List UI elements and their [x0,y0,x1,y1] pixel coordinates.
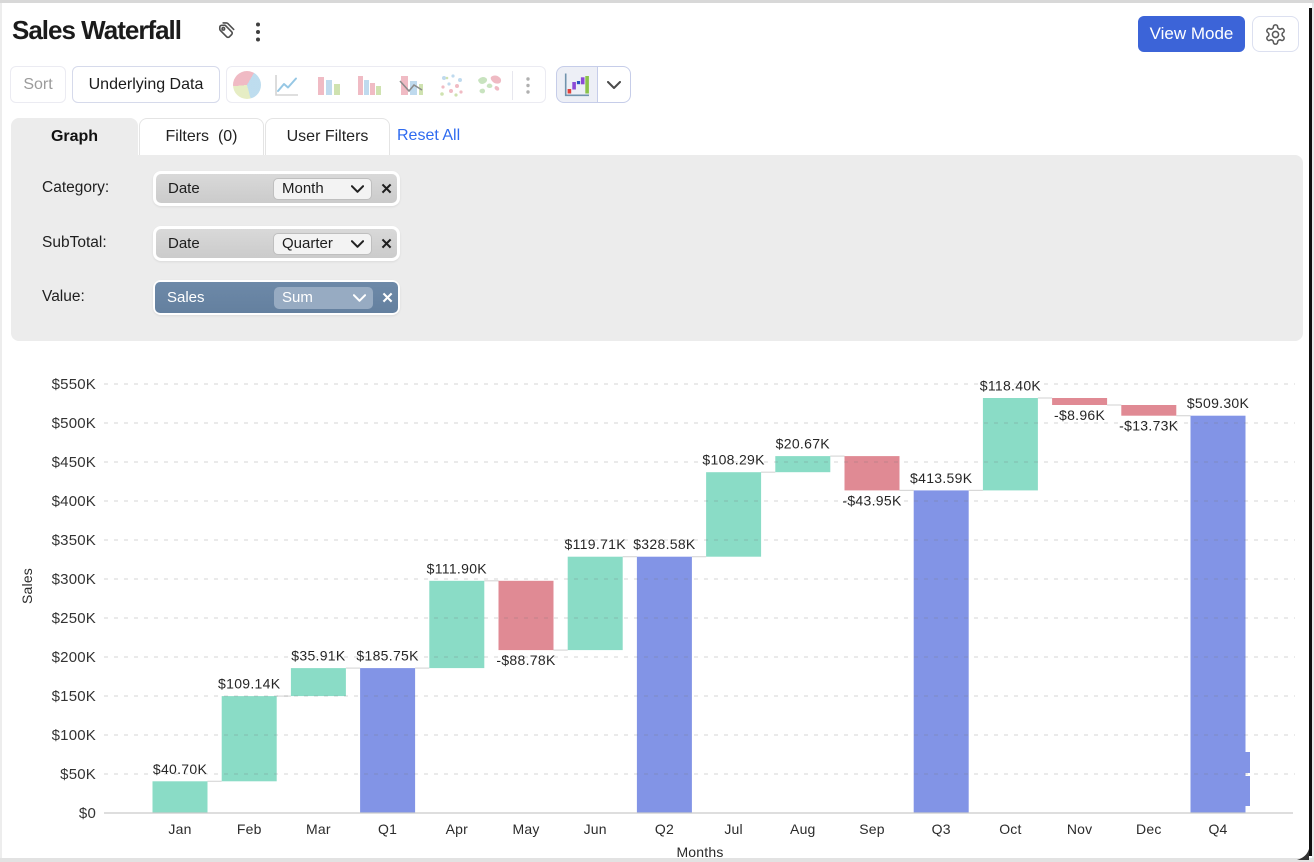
svg-text:Jul: Jul [724,821,743,837]
svg-text:Apr: Apr [446,821,469,837]
svg-text:$500K: $500K [52,415,96,432]
svg-text:$111.90K: $111.90K [427,560,488,576]
svg-text:Sep: Sep [859,821,885,837]
svg-text:$118.40K: $118.40K [980,378,1042,394]
svg-text:-$8.96K: -$8.96K [1054,407,1105,423]
svg-text:Q4: Q4 [1208,821,1227,837]
svg-text:$550K: $550K [52,376,96,393]
svg-text:Q3: Q3 [932,821,951,837]
svg-text:$250K: $250K [52,610,96,627]
svg-text:-$13.73K: -$13.73K [1119,418,1179,434]
svg-text:Q2: Q2 [655,821,674,837]
svg-text:Oct: Oct [999,821,1021,837]
svg-text:$400K: $400K [52,493,96,510]
svg-text:Jan: Jan [168,821,191,837]
svg-text:$185.75K: $185.75K [356,648,419,664]
svg-text:-$43.95K: -$43.95K [842,492,902,508]
svg-text:-$88.78K: -$88.78K [496,652,556,668]
svg-text:$35.91K: $35.91K [291,648,346,664]
svg-text:Months: Months [676,844,723,860]
svg-text:$100K: $100K [52,727,96,744]
svg-text:$509.30K: $509.30K [1187,395,1250,411]
svg-text:Jun: Jun [584,821,607,837]
svg-text:$200K: $200K [52,649,96,666]
svg-text:$40.70K: $40.70K [153,761,208,777]
svg-text:$350K: $350K [52,532,96,549]
svg-text:Nov: Nov [1067,821,1093,837]
svg-text:$328.58K: $328.58K [633,536,696,552]
svg-text:Mar: Mar [306,821,331,837]
svg-text:Q1: Q1 [378,821,397,837]
svg-text:$300K: $300K [52,571,96,588]
svg-text:$108.29K: $108.29K [702,452,765,468]
svg-text:$109.14K: $109.14K [218,676,281,692]
svg-text:May: May [512,821,539,837]
svg-text:$0: $0 [79,805,96,822]
svg-text:$119.71K: $119.71K [565,536,627,552]
svg-text:$413.59K: $413.59K [910,470,973,486]
svg-text:Dec: Dec [1136,821,1162,837]
svg-text:$20.67K: $20.67K [776,436,831,452]
svg-text:Feb: Feb [237,821,262,837]
svg-text:$50K: $50K [60,766,96,783]
svg-text:$150K: $150K [52,688,96,705]
svg-text:Aug: Aug [790,821,816,837]
svg-text:Sales: Sales [19,568,35,604]
svg-text:$450K: $450K [52,454,96,471]
